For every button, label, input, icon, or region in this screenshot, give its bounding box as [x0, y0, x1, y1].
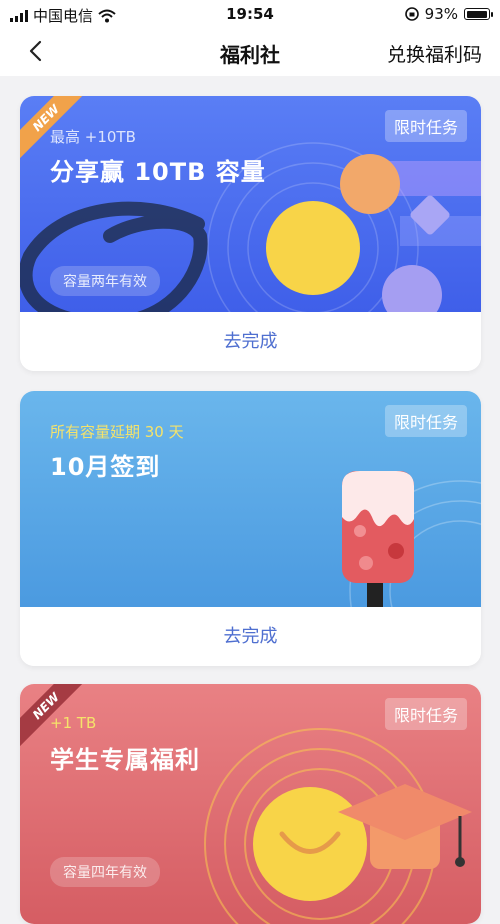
- status-bar: 中国电信 19:54 93%: [0, 0, 500, 28]
- card-title: 学生专属福利: [50, 746, 200, 774]
- validity-badge: 容量四年有效: [50, 857, 160, 887]
- task-card-share[interactable]: NEW 最高 +10TB 分享赢 10TB 容量 限时任务 容量两年有效 去完成: [20, 96, 481, 371]
- card-banner: NEW 最高 +10TB 分享赢 10TB 容量 限时任务 容量两年有效: [20, 96, 481, 312]
- redeem-code-button[interactable]: 兑换福利码: [387, 40, 482, 67]
- battery-percent: 93%: [424, 5, 458, 23]
- nav-bar: 福利社 兑换福利码: [0, 28, 500, 76]
- orientation-lock-icon: [404, 7, 419, 21]
- limited-task-badge: 限时任务: [384, 698, 467, 730]
- card-banner: 所有容量延期 30 天 10月签到 限时任务: [20, 391, 481, 607]
- card-subtitle: +1 TB: [50, 714, 97, 732]
- task-card-student[interactable]: NEW +1 TB 学生专属福利 限时任务 容量四年有效: [20, 684, 481, 924]
- scribble-marker-icon: [20, 201, 208, 312]
- card-subtitle: 所有容量延期 30 天: [50, 423, 184, 441]
- status-right: 93%: [404, 5, 493, 23]
- limited-task-badge: 限时任务: [384, 405, 467, 437]
- complete-task-button[interactable]: 去完成: [20, 608, 481, 666]
- task-card-checkin[interactable]: 所有容量延期 30 天 10月签到 限时任务 去完成: [20, 391, 481, 666]
- battery-icon: [464, 8, 493, 20]
- card-banner: NEW +1 TB 学生专属福利 限时任务 容量四年有效: [20, 684, 481, 924]
- complete-task-button[interactable]: 去完成: [20, 313, 481, 371]
- card-title: 10月签到: [50, 453, 161, 481]
